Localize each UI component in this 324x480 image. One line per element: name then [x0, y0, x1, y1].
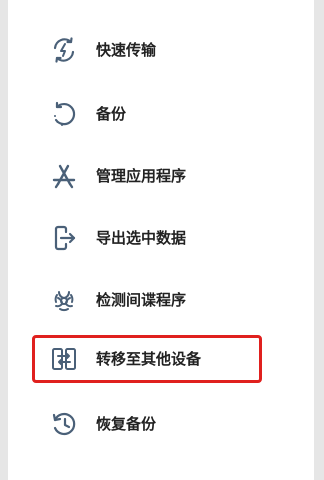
menu-item-label: 快速传输 — [96, 41, 157, 59]
menu-item-label: 管理应用程序 — [96, 167, 187, 185]
biohazard-icon — [50, 286, 78, 314]
menu-item-detect-spyware[interactable]: 检测间谍程序 — [8, 280, 314, 320]
fast-transfer-icon — [50, 36, 78, 64]
menu-item-export-selected[interactable]: 导出选中数据 — [8, 218, 314, 258]
menu-item-backup[interactable]: 备份 — [8, 94, 314, 134]
side-menu-panel: 快速传输 备份 管理应用程序 导出选中数据 检测间谍程序 转移至其他设备 恢复备… — [8, 0, 314, 480]
app-store-icon — [50, 162, 78, 190]
menu-item-label: 转移至其他设备 — [96, 350, 202, 368]
menu-item-label: 备份 — [96, 105, 127, 123]
restore-icon — [50, 410, 78, 438]
menu-item-restore-backup[interactable]: 恢复备份 — [8, 404, 314, 444]
menu-item-fast-transfer[interactable]: 快速传输 — [8, 30, 314, 70]
backup-icon — [50, 100, 78, 128]
export-icon — [50, 224, 78, 252]
menu-item-transfer-to-device[interactable]: 转移至其他设备 — [8, 339, 314, 379]
menu-item-label: 恢复备份 — [96, 415, 157, 433]
transfer-device-icon — [50, 345, 78, 373]
menu-item-label: 导出选中数据 — [96, 229, 187, 247]
menu-item-label: 检测间谍程序 — [96, 291, 187, 309]
menu-item-manage-apps[interactable]: 管理应用程序 — [8, 156, 314, 196]
